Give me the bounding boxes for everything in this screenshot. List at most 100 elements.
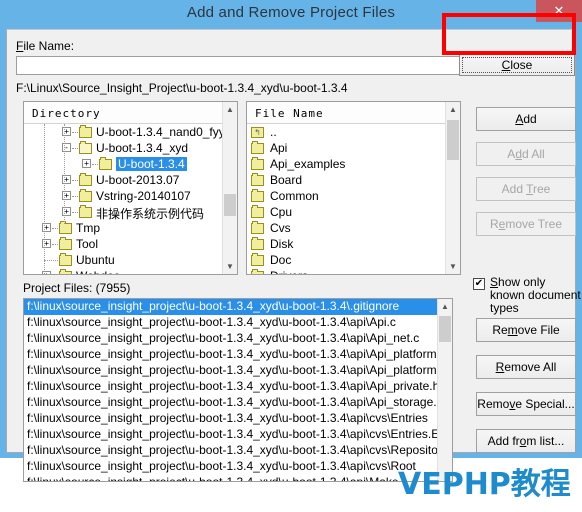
directory-item-label: U-boot-1.3.4_nand0_fyy (96, 125, 223, 139)
directory-item-label: U-boot-2013.07 (96, 173, 180, 187)
checkbox-label: Show only known document types (490, 275, 581, 315)
directory-tree-item[interactable]: + U-boot-1.3.4 (24, 156, 223, 172)
project-files-body[interactable]: f:\linux\source_insight_project\u-boot-1… (24, 299, 438, 481)
file-name-input[interactable] (16, 56, 461, 75)
directory-tree[interactable]: + U-boot-1.3.4_nand0_fyy - U-boot-1.3.4_xyd… (24, 124, 223, 274)
folder-icon (251, 189, 264, 202)
tree-connector (52, 244, 58, 246)
button-label: Add from list... (487, 434, 565, 448)
directory-item-label: Ubuntu (76, 253, 115, 267)
remove-tree-button: Remove Tree (476, 212, 576, 236)
scroll-up-icon[interactable]: ▲ (223, 102, 237, 117)
file-list-item[interactable]: Doc (247, 252, 446, 268)
folder-icon (79, 125, 92, 138)
project-file-row[interactable]: f:\linux\source_insight_project\u-boot-1… (24, 331, 438, 347)
checkbox-check-icon[interactable]: ✔ (473, 278, 485, 290)
scroll-down-icon[interactable]: ▼ (223, 259, 237, 274)
file-list-item[interactable]: Drivers (247, 268, 446, 274)
window-title: Add and Remove Project Files (186, 4, 396, 21)
tree-connector (72, 180, 78, 182)
directory-item-label: Tool (76, 237, 99, 251)
project-file-row[interactable]: f:\linux\source_insight_project\u-boot-1… (24, 379, 438, 395)
current-path-label: F:\Linux\Source_Insight_Project\u-boot-1… (16, 81, 348, 95)
scrollbar-thumb[interactable] (447, 120, 459, 160)
file-list-item[interactable]: Api_examples (247, 156, 446, 172)
directory-tree-item[interactable]: + Vstring-20140107 (24, 188, 223, 204)
folder-icon (251, 157, 264, 170)
project-file-row[interactable]: f:\linux\source_insight_project\u-boot-1… (24, 459, 438, 475)
file-list-item[interactable]: Cpu (247, 204, 446, 220)
tree-connector (44, 260, 58, 262)
remove-file-button[interactable]: Remove File (476, 318, 576, 342)
tree-connector (72, 212, 78, 214)
project-file-row[interactable]: f:\linux\source_insight_project\u-boot-1… (24, 347, 438, 363)
directory-tree-item[interactable]: + Tmp (24, 220, 223, 236)
directory-list[interactable]: Directory + U-boot-1.3.4_nand0_fyy - U-boot… (23, 101, 238, 275)
folder-up-icon: ↰ (251, 127, 264, 138)
directory-tree-item[interactable]: + Tool (24, 236, 223, 252)
scrollbar-thumb[interactable] (439, 316, 451, 342)
title-bar: Add and Remove Project Files ✕ (0, 0, 582, 29)
project-file-row[interactable]: f:\linux\source_insight_project\u-boot-1… (24, 363, 438, 379)
directory-tree-item[interactable]: Ubuntu (24, 252, 223, 268)
file-item-label: Api (270, 141, 288, 155)
file-list-item[interactable]: Board (247, 172, 446, 188)
file-item-label: Drivers (270, 269, 308, 274)
project-file-row[interactable]: f:\linux\source_insight_project\u-boot-1… (24, 475, 438, 481)
directory-tree-item[interactable]: + U-boot-2013.07 (24, 172, 223, 188)
dialog-window: Add and Remove Project Files ✕ File Name… (0, 0, 582, 482)
project-file-row[interactable]: f:\linux\source_insight_project\u-boot-1… (24, 443, 438, 459)
project-file-row[interactable]: f:\linux\source_insight_project\u-boot-1… (24, 395, 438, 411)
project-file-row[interactable]: f:\linux\source_insight_project\u-boot-1… (24, 427, 438, 443)
file-item-label: Cvs (270, 221, 291, 235)
watermark-text: VEPHP教程 (398, 467, 571, 502)
project-files-list[interactable]: f:\linux\source_insight_project\u-boot-1… (23, 298, 453, 482)
scroll-up-icon[interactable]: ▲ (446, 102, 460, 117)
add-all-button: Add All (476, 142, 576, 166)
button-label: Add Tree (501, 182, 551, 196)
tree-connector (52, 228, 58, 230)
folder-icon (59, 269, 72, 274)
folder-icon (79, 173, 92, 186)
close-button[interactable]: Close (459, 54, 575, 76)
file-list-body[interactable]: ↰.. Api Api_examples Board Common Cpu Cvs Disk D… (247, 124, 446, 274)
directory-list-header: Directory (24, 102, 237, 124)
directory-scrollbar[interactable]: ▲ ▼ (222, 102, 237, 274)
button-label: Add All (507, 147, 545, 161)
close-icon[interactable]: ✕ (536, 0, 582, 22)
file-list-item[interactable]: Api (247, 140, 446, 156)
file-item-label: Api_examples (270, 157, 346, 171)
project-file-row[interactable]: f:\linux\source_insight_project\u-boot-1… (24, 315, 438, 331)
file-list-item[interactable]: Cvs (247, 220, 446, 236)
folder-icon (59, 221, 72, 234)
file-list-item[interactable]: Common (247, 188, 446, 204)
file-list-item[interactable]: Disk (247, 236, 446, 252)
remove-all-button[interactable]: Remove All (476, 355, 576, 379)
button-label: Add (515, 112, 537, 126)
scrollbar-thumb[interactable] (224, 194, 236, 216)
project-files-scrollbar[interactable]: ▲ (437, 299, 452, 481)
project-file-row[interactable]: f:\linux\source_insight_project\u-boot-1… (24, 299, 438, 315)
scroll-up-icon[interactable]: ▲ (438, 299, 452, 314)
directory-tree-item[interactable]: +Webdoc (24, 268, 223, 274)
add-from-list-button[interactable]: Add from list... (476, 429, 576, 453)
folder-icon (251, 221, 264, 234)
expand-icon[interactable]: + (82, 159, 91, 168)
tree-guide-line (64, 124, 66, 224)
directory-tree-item[interactable]: + 非操作系统示例代码 (24, 204, 223, 221)
file-item-label: Board (270, 173, 303, 187)
project-file-row[interactable]: f:\linux\source_insight_project\u-boot-1… (24, 411, 438, 427)
scroll-down-icon[interactable]: ▼ (446, 259, 460, 274)
directory-tree-item[interactable]: - U-boot-1.3.4_xyd (24, 140, 223, 156)
remove-special-button[interactable]: Remove Special... (476, 392, 576, 416)
tree-guide-line (44, 124, 46, 274)
directory-tree-item[interactable]: + U-boot-1.3.4_nand0_fyy (24, 124, 223, 140)
add-button[interactable]: Add (476, 107, 576, 131)
directory-item-label: Webdoc (76, 269, 120, 274)
add-tree-button: Add Tree (476, 177, 576, 201)
file-list-item[interactable]: ↰.. (247, 124, 446, 140)
file-item-label: Cpu (270, 205, 293, 219)
file-list-scrollbar[interactable]: ▲ ▼ (445, 102, 460, 274)
tree-connector (72, 196, 78, 198)
file-name-list[interactable]: File Name ↰.. Api Api_examples Board Common C… (246, 101, 461, 275)
